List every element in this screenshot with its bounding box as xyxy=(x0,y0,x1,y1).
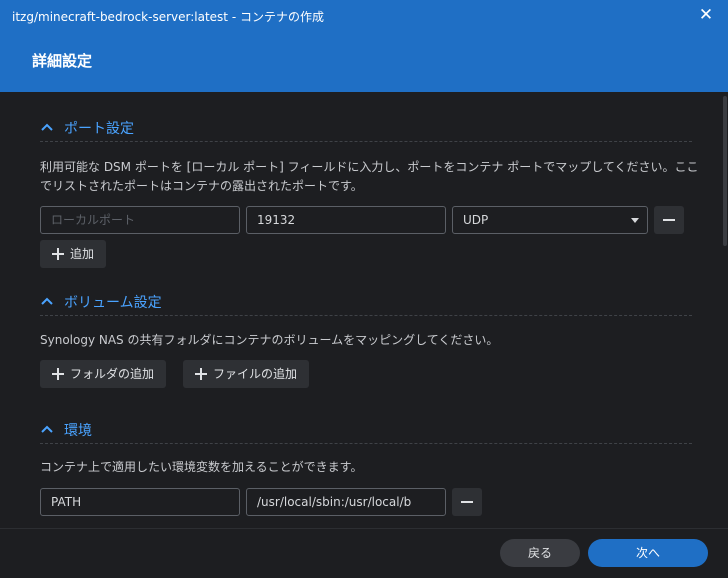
env-key-input[interactable] xyxy=(40,488,240,516)
chevron-up-icon[interactable] xyxy=(40,422,54,436)
env-section-title: 環境 xyxy=(64,423,92,439)
add-port-label: 追加 xyxy=(70,247,95,261)
add-file-label: ファイルの追加 xyxy=(213,367,298,381)
window-title: itzg/minecraft-bedrock-server:latest - コ… xyxy=(12,10,324,24)
content-scrollbar[interactable] xyxy=(722,92,728,528)
caret-down-icon xyxy=(631,218,639,223)
env-section-header[interactable]: 環境 xyxy=(40,420,692,444)
remove-port-button[interactable] xyxy=(654,206,684,234)
next-button[interactable]: 次へ xyxy=(588,539,708,567)
protocol-select-value: UDP xyxy=(463,213,489,227)
add-folder-button[interactable]: フォルダの追加 xyxy=(40,360,167,388)
plus-icon xyxy=(52,368,64,380)
volume-section-title: ボリューム設定 xyxy=(64,295,162,311)
plus-icon xyxy=(195,368,207,380)
scrollbar-thumb[interactable] xyxy=(723,96,727,246)
container-port-input[interactable] xyxy=(246,206,446,234)
env-section-description: コンテナ上で適用したい環境変数を加えることができます。 xyxy=(40,460,363,474)
create-container-dialog: itzg/minecraft-bedrock-server:latest - コ… xyxy=(0,0,728,578)
volume-section-header[interactable]: ボリューム設定 xyxy=(40,292,692,316)
chevron-up-icon[interactable] xyxy=(40,294,54,308)
page-title: 詳細設定 xyxy=(32,52,93,70)
dialog-footer: 戻る 次へ xyxy=(0,528,728,578)
add-folder-label: フォルダの追加 xyxy=(70,367,155,381)
port-section-header[interactable]: ポート設定 xyxy=(40,118,692,142)
dialog-header: itzg/minecraft-bedrock-server:latest - コ… xyxy=(0,0,728,92)
back-button[interactable]: 戻る xyxy=(500,539,580,567)
port-section-title: ポート設定 xyxy=(64,121,134,137)
env-value-input[interactable] xyxy=(246,488,446,516)
close-icon[interactable]: ✕ xyxy=(698,6,714,24)
volume-section-description: Synology NAS の共有フォルダにコンテナのボリュームをマッピングしてく… xyxy=(40,333,499,347)
chevron-up-icon[interactable] xyxy=(40,120,54,134)
dialog-content: ポート設定 利用可能な DSM ポートを [ローカル ポート] フィールドに入力… xyxy=(0,92,728,528)
protocol-select[interactable]: UDP xyxy=(452,206,648,234)
add-port-button[interactable]: 追加 xyxy=(40,240,107,268)
add-file-button[interactable]: ファイルの追加 xyxy=(183,360,310,388)
remove-env-button[interactable] xyxy=(452,488,482,516)
minus-icon xyxy=(663,219,675,221)
port-section-description: 利用可能な DSM ポートを [ローカル ポート] フィールドに入力し、ポートを… xyxy=(40,160,699,193)
local-port-input[interactable] xyxy=(40,206,240,234)
plus-icon xyxy=(52,248,64,260)
minus-icon xyxy=(461,501,473,503)
